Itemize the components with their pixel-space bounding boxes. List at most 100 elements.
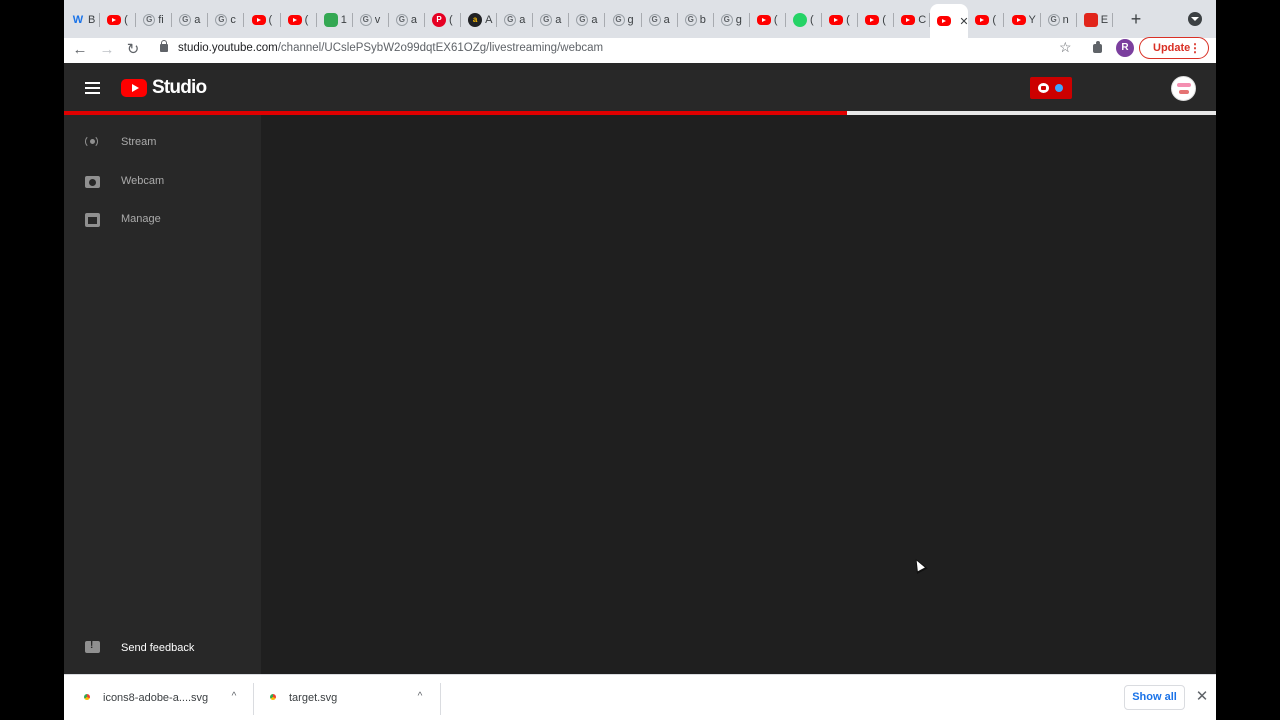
back-button[interactable]: ← xyxy=(68,38,92,63)
youtube-icon xyxy=(251,15,266,25)
profile-avatar[interactable]: R xyxy=(1116,39,1134,57)
google-icon: G xyxy=(648,14,661,26)
browser-tab[interactable]: Gv xyxy=(353,6,389,34)
file-icon xyxy=(270,694,276,700)
sidebar-item-webcam[interactable]: Webcam xyxy=(64,162,261,200)
divider xyxy=(440,683,441,715)
tab-title: a xyxy=(194,14,201,26)
main-content xyxy=(261,115,1216,674)
tab-title: a xyxy=(410,14,418,26)
download-item[interactable]: icons8-adobe-a....svg ^ xyxy=(64,675,253,720)
browser-tab[interactable]: Ga xyxy=(642,6,678,34)
tab-title: a xyxy=(663,14,670,26)
update-button[interactable]: Update ⋮ xyxy=(1139,37,1209,59)
browser-tab[interactable]: aA xyxy=(461,6,498,34)
close-icon[interactable]: ✕ xyxy=(1195,688,1209,706)
browser-tab[interactable]: C xyxy=(894,6,931,34)
youtube-icon xyxy=(107,15,122,25)
dark-app-icon: a xyxy=(468,13,483,27)
tab-separator xyxy=(1111,13,1113,27)
browser-tab[interactable]: E xyxy=(1077,6,1113,34)
forward-button[interactable]: → xyxy=(95,38,119,63)
browser-tab[interactable]: Gb xyxy=(678,6,714,34)
browser-tab[interactable]: ( xyxy=(968,6,1005,34)
address-bar[interactable]: studio.youtube.com/channel/UCslePSybW2o9… xyxy=(150,39,1096,61)
browser-tab[interactable]: ( xyxy=(786,6,822,34)
browser-tab[interactable]: ( xyxy=(822,6,859,34)
chevron-up-icon[interactable]: ^ xyxy=(415,691,425,703)
sidebar-item-stream[interactable]: Stream xyxy=(64,123,261,161)
show-all-button[interactable]: Show all xyxy=(1124,685,1185,710)
browser-tab[interactable]: ( xyxy=(750,6,786,34)
browser-tab[interactable]: Gfi xyxy=(136,6,173,34)
youtube-icon xyxy=(287,15,302,25)
send-feedback-label: Send feedback xyxy=(121,642,195,654)
chevron-up-icon[interactable]: ^ xyxy=(229,691,239,703)
tab-search-icon[interactable] xyxy=(1188,12,1202,26)
reload-button[interactable]: ↻ xyxy=(121,38,145,63)
tab-title: b xyxy=(699,14,706,26)
browser-tab[interactable]: 1 xyxy=(317,6,353,34)
browser-window: W B(Gfi Ga Gc((1 Gv Ga P(a A Ga Ga Ga Gg Ga Gb Gg((((C… xyxy=(64,0,1216,720)
browser-tab[interactable]: Ga xyxy=(172,6,209,34)
tab-title: ( xyxy=(304,14,309,26)
acrobat-icon xyxy=(1083,13,1098,27)
hamburger-menu-icon[interactable] xyxy=(85,82,100,94)
whatsapp-icon xyxy=(793,13,807,27)
browser-tab[interactable]: P( xyxy=(425,6,461,34)
download-shelf: icons8-adobe-a....svg ^ target.svg ^ Sho… xyxy=(64,674,1216,720)
send-feedback-button[interactable]: Send feedback xyxy=(64,629,261,667)
tab-title: 1 xyxy=(340,14,347,26)
tab-title: C xyxy=(918,14,927,26)
download-item[interactable]: target.svg ^ xyxy=(253,675,440,720)
tab-title: fi xyxy=(158,14,164,26)
wikipedia-icon: W xyxy=(72,13,84,26)
browser-tab[interactable]: Gn xyxy=(1041,6,1077,34)
google-icon: G xyxy=(1047,14,1060,26)
browser-tab[interactable]: ( xyxy=(858,6,895,34)
stream-icon xyxy=(84,134,101,150)
browser-tab[interactable]: Gc xyxy=(208,6,245,34)
feedback-icon xyxy=(84,640,101,656)
tab-title: a xyxy=(519,14,526,26)
close-tab-icon[interactable]: ✕ xyxy=(959,15,968,28)
browser-tab[interactable]: Y xyxy=(1005,6,1041,34)
browser-tab[interactable]: WB xyxy=(64,6,100,34)
browser-tab[interactable]: Ga xyxy=(389,6,425,34)
tab-title: ( xyxy=(773,14,778,26)
tab-title: ( xyxy=(268,14,273,26)
pinterest-icon: P xyxy=(432,13,446,27)
browser-tab[interactable]: Gg xyxy=(606,6,642,34)
youtube-icon xyxy=(975,15,990,25)
tab-title: n xyxy=(1062,14,1069,26)
browser-tab[interactable]: Ga xyxy=(533,6,570,34)
go-live-button[interactable] xyxy=(1030,77,1072,99)
browser-tab[interactable]: Ga xyxy=(569,6,606,34)
tab-title: c xyxy=(230,14,236,26)
extensions-puzzle-icon[interactable] xyxy=(1091,41,1105,55)
new-tab-button[interactable]: + xyxy=(1126,8,1146,30)
tab-title: Y xyxy=(1028,14,1036,26)
google-icon: G xyxy=(504,14,517,26)
update-button-label: Update xyxy=(1153,42,1191,54)
browser-tab[interactable]: ( xyxy=(245,6,281,34)
logo-text: Studio xyxy=(152,77,207,98)
browser-tab[interactable]: Gg xyxy=(714,6,750,34)
browser-tab[interactable]: ( xyxy=(100,6,137,34)
live-status-dot xyxy=(1055,84,1063,92)
sidebar-item-manage[interactable]: Manage xyxy=(64,200,261,238)
tab-title: ( xyxy=(810,14,814,26)
lock-icon[interactable] xyxy=(160,40,168,52)
tab-active[interactable]: Li✕ xyxy=(930,4,969,38)
bookmark-star-icon[interactable]: ☆ xyxy=(1059,39,1072,56)
youtube-icon xyxy=(756,15,771,25)
browser-tab[interactable]: Ga xyxy=(497,6,534,34)
url-text[interactable]: studio.youtube.com/channel/UCslePSybW2o9… xyxy=(178,42,603,54)
webcam-icon xyxy=(84,173,101,189)
channel-avatar[interactable] xyxy=(1171,76,1196,101)
more-menu-icon[interactable]: ⋮ xyxy=(1189,38,1201,58)
youtube-icon xyxy=(1011,15,1026,25)
studio-logo[interactable]: Studio xyxy=(121,77,207,98)
browser-tab[interactable]: ( xyxy=(281,6,317,34)
tab-title: g xyxy=(735,14,742,26)
